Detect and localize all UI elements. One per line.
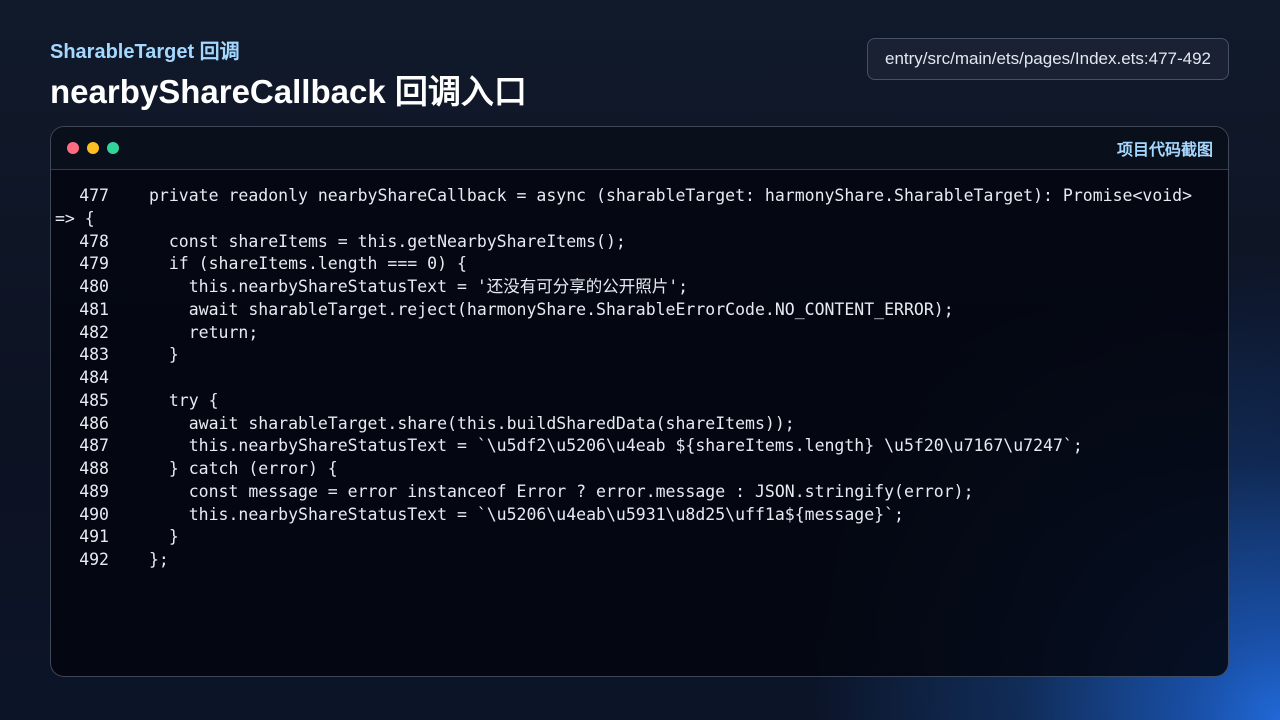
line-number: 492 xyxy=(79,550,109,569)
code-line: 478 const shareItems = this.getNearbySha… xyxy=(55,231,1214,254)
line-number: 487 xyxy=(79,436,109,456)
code-text: this.nearbyShareStatusText = `\u5206\u4e… xyxy=(149,504,904,524)
code-line: 485 try { xyxy=(55,390,1214,413)
code-line: 481 await sharableTarget.reject(harmonyS… xyxy=(55,299,1214,322)
line-number: 479 xyxy=(79,254,109,274)
section-kicker: SharableTarget 回调 xyxy=(50,41,240,63)
code-line: 489 const message = error instanceof Err… xyxy=(55,481,1214,504)
code-line: 483 } xyxy=(55,344,1214,367)
code-line: 484 xyxy=(55,367,1214,390)
line-number: 482 xyxy=(79,322,109,342)
code-text: this.nearbyShareStatusText = `\u5df2\u52… xyxy=(149,436,1083,456)
code-text: if (shareItems.length === 0) { xyxy=(149,254,467,274)
line-number: 477 xyxy=(79,186,109,205)
code-text: this.nearbyShareStatusText = '还没有可分享的公开照… xyxy=(149,277,689,296)
code-line: 482 return; xyxy=(55,322,1214,345)
window-label: 项目代码截图 xyxy=(1116,142,1213,159)
code-text: const message = error instanceof Error ?… xyxy=(149,481,974,501)
maximize-dot-icon xyxy=(107,142,119,154)
code-text: await sharableTarget.reject(harmonyShare… xyxy=(149,299,954,319)
code-line: 486 await sharableTarget.share(this.buil… xyxy=(55,413,1214,436)
line-number: 483 xyxy=(79,345,109,365)
line-number: 489 xyxy=(79,481,109,501)
code-line: 490 this.nearbyShareStatusText = `\u5206… xyxy=(55,504,1214,527)
code-line: 479 if (shareItems.length === 0) { xyxy=(55,253,1214,276)
code-text: const shareItems = this.getNearbyShareIt… xyxy=(149,231,626,251)
code-line: 477 private readonly nearbyShareCallback … xyxy=(55,185,1214,231)
line-number: 481 xyxy=(79,299,109,319)
code-line: 488 } catch (error) { xyxy=(55,458,1214,481)
code-text: await sharableTarget.share(this.buildSha… xyxy=(149,413,795,433)
line-number: 478 xyxy=(79,231,109,251)
minimize-dot-icon xyxy=(87,142,99,154)
line-number: 491 xyxy=(79,527,109,547)
page-title: nearbyShareCallback 回调入口 xyxy=(50,73,527,110)
code-text: private readonly nearbyShareCallback = a… xyxy=(55,186,1202,228)
line-number: 484 xyxy=(79,368,109,387)
line-number: 488 xyxy=(79,459,109,478)
close-dot-icon xyxy=(67,142,79,154)
line-number: 486 xyxy=(79,413,109,433)
line-number: 490 xyxy=(79,504,109,524)
code-block: 477 private readonly nearbyShareCallback … xyxy=(51,170,1228,572)
code-line: 492}; xyxy=(55,549,1214,572)
code-window: 项目代码截图 477 private readonly nearbyShareCa… xyxy=(50,126,1229,677)
code-text: } xyxy=(149,527,179,547)
code-text: }; xyxy=(149,550,169,569)
line-number: 480 xyxy=(79,277,109,296)
code-line: 480 this.nearbyShareStatusText = '还没有可分享… xyxy=(55,276,1214,299)
line-number: 485 xyxy=(79,390,109,410)
window-titlebar: 项目代码截图 xyxy=(51,127,1228,170)
code-text: return; xyxy=(149,322,259,342)
code-text: } xyxy=(149,345,179,365)
source-path-badge: entry/src/main/ets/pages/Index.ets:477-4… xyxy=(866,38,1229,80)
code-line: 491 } xyxy=(55,526,1214,549)
code-text: try { xyxy=(149,390,219,410)
code-text: } catch (error) { xyxy=(149,459,338,478)
code-line: 487 this.nearbyShareStatusText = `\u5df2… xyxy=(55,435,1214,458)
